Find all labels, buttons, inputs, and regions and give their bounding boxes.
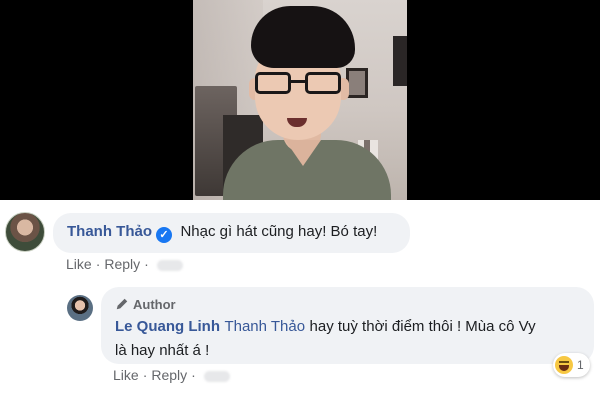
verified-badge-icon: ✓	[156, 227, 172, 243]
mention-link[interactable]: Thanh Thảo	[224, 318, 305, 335]
comment-text: Nhạc gì hát cũng hay! Bó tay!	[180, 223, 378, 240]
video-frame	[193, 0, 407, 200]
comment-actions: Like · Reply ·	[66, 256, 183, 272]
separator-dot: ·	[191, 367, 196, 383]
like-button[interactable]: Like	[66, 256, 92, 272]
comment-text: hay tuỳ thời điểm thôi ! Mùa cô Vy	[309, 318, 536, 335]
person-glasses	[255, 72, 345, 96]
person-hair	[251, 6, 355, 68]
glasses-lens-right	[305, 72, 341, 94]
haha-reaction-icon	[555, 356, 573, 374]
timestamp-blurred	[156, 259, 183, 271]
avatar[interactable]	[67, 295, 93, 321]
timestamp-blurred	[203, 370, 230, 382]
reaction-summary[interactable]: 1	[553, 353, 590, 377]
comment-text-continued: là hay nhất á !	[115, 342, 210, 359]
reaction-count: 1	[577, 358, 584, 372]
glasses-bridge	[289, 80, 305, 83]
avatar[interactable]	[5, 212, 45, 252]
person-vneck	[285, 140, 321, 166]
reply-button[interactable]: Reply	[151, 367, 187, 383]
separator-dot: ·	[95, 256, 101, 272]
reply-button[interactable]: Reply	[104, 256, 140, 272]
comment-bubble: Thanh Thảo ✓ Nhạc gì hát cũng hay! Bó tay…	[53, 213, 410, 253]
comment-author-name[interactable]: Le Quang Linh	[115, 318, 220, 335]
like-button[interactable]: Like	[113, 367, 139, 383]
glasses-lens-left	[255, 72, 291, 94]
comment-actions: Like · Reply ·	[113, 367, 230, 383]
pencil-icon	[116, 298, 128, 310]
comment-author-name[interactable]: Thanh Thảo	[67, 223, 152, 240]
background-picture-frame	[346, 68, 368, 98]
background-speaker	[393, 36, 407, 86]
separator-dot: ·	[144, 256, 149, 272]
separator-dot: ·	[142, 367, 148, 383]
reply-bubble: Author Le Quang Linh Thanh Thảo hay tuỳ …	[101, 287, 594, 364]
author-badge: Author	[115, 297, 580, 312]
video-player[interactable]	[0, 0, 600, 200]
author-badge-label: Author	[133, 297, 176, 312]
